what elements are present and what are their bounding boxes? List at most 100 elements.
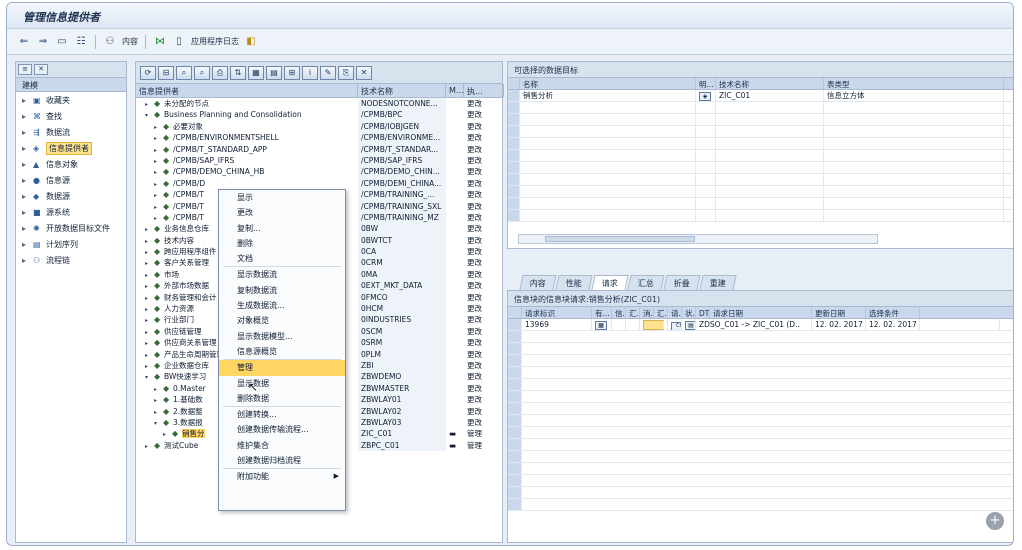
menu-item[interactable]: 文档: [219, 251, 345, 266]
data-target-row[interactable]: 销售分析 ◈ ZIC_C01 信息立方体: [508, 90, 1013, 102]
req-col-2[interactable]: 信...: [612, 307, 626, 318]
monitor-icon[interactable]: ▤: [685, 321, 695, 330]
row-selector[interactable]: [508, 90, 520, 101]
refresh-icon[interactable]: ⟳: [140, 66, 156, 80]
row-selector[interactable]: [508, 198, 520, 209]
settings-icon[interactable]: ◧: [244, 35, 258, 49]
nav-item-2[interactable]: ▸ ⇶ 数据流: [16, 124, 126, 140]
sort-icon[interactable]: ⇅: [230, 66, 246, 80]
back-icon[interactable]: ⇐: [17, 35, 31, 49]
tree-action[interactable]: 更改: [464, 406, 504, 417]
tree-action[interactable]: 更改: [464, 337, 504, 348]
menu-icon[interactable]: ≡: [18, 64, 32, 75]
req-col-9[interactable]: 请求日期: [710, 307, 812, 318]
tree-action[interactable]: 更改: [464, 109, 504, 120]
row-selector[interactable]: [508, 138, 520, 149]
menu-item[interactable]: 管理: [219, 360, 345, 376]
req-col-7[interactable]: 状...: [682, 307, 696, 318]
row-selector[interactable]: [508, 343, 522, 354]
tree-action[interactable]: 更改: [464, 212, 504, 223]
export-icon[interactable]: ⎘: [338, 66, 354, 80]
row-selector[interactable]: [508, 391, 522, 402]
expand-arrow-icon[interactable]: ▸: [154, 133, 163, 143]
tree-row[interactable]: ▸ ◆/CPMB/ENVIRONMENTSHELL/CPMB/ENVIRONME.…: [136, 132, 504, 144]
tree-action[interactable]: 更改: [464, 98, 504, 109]
expand-arrow-icon[interactable]: ▸: [145, 224, 154, 234]
tree-action[interactable]: 更改: [464, 417, 504, 428]
row-selector[interactable]: [508, 126, 520, 137]
tab-0[interactable]: 内容: [519, 275, 557, 290]
application-log-button[interactable]: 应用程序日志: [191, 36, 239, 47]
menu-item[interactable]: 附加功能 ▶: [219, 469, 345, 484]
req-col-5[interactable]: 汇...: [654, 307, 668, 318]
expand-arrow-icon[interactable]: ▸: [145, 304, 154, 314]
tree-action[interactable]: 更改: [464, 189, 504, 200]
row-selector[interactable]: [508, 150, 520, 161]
expand-arrow-icon[interactable]: ▸: [154, 190, 163, 200]
menu-item[interactable]: 显示数据流: [219, 267, 345, 282]
req-col-0[interactable]: 请求标识: [522, 307, 592, 318]
tree-row[interactable]: ▸ ◆ 未分配的节点 NODESNOTCONNE... 更改: [136, 98, 504, 110]
col-infoprovider[interactable]: 信息提供者: [136, 84, 358, 97]
forward-icon[interactable]: ⇒: [36, 35, 50, 49]
nav-item-7[interactable]: ▸ ■ 源系统: [16, 204, 126, 220]
menu-item[interactable]: 创建数据传输流程...: [219, 422, 345, 437]
expand-arrow-icon[interactable]: ▸: [22, 96, 30, 105]
expand-arrow-icon[interactable]: ▸: [145, 350, 154, 360]
expand-arrow-icon[interactable]: ▾: [145, 372, 154, 382]
expand-arrow-icon[interactable]: ▸: [154, 145, 163, 155]
expand-arrow-icon[interactable]: ▸: [145, 236, 154, 246]
tool-icon[interactable]: ✎: [320, 66, 336, 80]
nav-item-0[interactable]: ▸ ▣ 收藏夹: [16, 92, 126, 108]
expand-arrow-icon[interactable]: ▸: [22, 192, 30, 201]
expand-arrow-icon[interactable]: ▸: [22, 224, 30, 233]
calendar-icon[interactable]: ▦: [595, 321, 607, 330]
expand-arrow-icon[interactable]: ▸: [154, 202, 163, 212]
monitor-cell[interactable]: ▤: [682, 319, 696, 330]
tree-action[interactable]: 更改: [464, 280, 504, 291]
nav-item-5[interactable]: ▸ ● 信息源: [16, 172, 126, 188]
find-next-icon[interactable]: ⌕: [194, 66, 210, 80]
tree-action[interactable]: 更改: [464, 235, 504, 246]
tree-action[interactable]: 更改: [464, 314, 504, 325]
row-selector[interactable]: [508, 114, 520, 125]
tree-action[interactable]: 更改: [464, 269, 504, 280]
expand-arrow-icon[interactable]: ▸: [145, 270, 154, 280]
expand-arrow-icon[interactable]: ▸: [145, 247, 154, 257]
tree-row[interactable]: ▸ ◆/CPMB/SAP_IFRS/CPMB/SAP_IFRS 更改: [136, 154, 504, 167]
window-icon[interactable]: ▭: [55, 35, 69, 49]
tree-action[interactable]: 更改: [464, 257, 504, 268]
expand-arrow-icon[interactable]: ▸: [154, 384, 163, 394]
expand-arrow-icon[interactable]: ▸: [154, 156, 163, 166]
req-col-3[interactable]: 汇...: [626, 307, 640, 318]
expand-arrow-icon[interactable]: ▸: [145, 361, 154, 371]
menu-item[interactable]: 信息源概览: [219, 344, 345, 359]
tree-action[interactable]: 更改: [464, 155, 504, 166]
nav-item-10[interactable]: ▸ ⚇ 流程链: [16, 252, 126, 268]
close-icon[interactable]: ✕: [34, 64, 48, 75]
nav-item-1[interactable]: ▸ ⌘ 查找: [16, 108, 126, 124]
menu-item[interactable]: 删除数据: [219, 391, 345, 406]
tree-icon[interactable]: ☷: [74, 35, 88, 49]
menu-item[interactable]: 删除: [219, 236, 345, 251]
tree-row[interactable]: ▾ ◆ Business Planning and Consolidation/CP…: [136, 109, 504, 121]
tree-action[interactable]: 更改: [464, 132, 504, 143]
expand-arrow-icon[interactable]: ▸: [145, 293, 154, 303]
col-technical-name[interactable]: 技术名称: [358, 84, 446, 97]
col-execute[interactable]: 执...: [464, 84, 504, 97]
horizontal-scrollbar[interactable]: [518, 234, 878, 244]
col-name[interactable]: 名称: [520, 78, 696, 89]
tree-row[interactable]: ▸ ◆/CPMB/T_STANDARD_APP/CPMB/T_STANDAR...…: [136, 143, 502, 155]
content-icon[interactable]: ⚇: [103, 35, 117, 49]
tree-action[interactable]: 更改: [464, 166, 504, 177]
expand-arrow-icon[interactable]: ▸: [145, 258, 154, 268]
expand-arrow-icon[interactable]: ▸: [154, 407, 163, 417]
row-selector[interactable]: [508, 487, 522, 498]
menu-item[interactable]: 创建数据归档流程: [219, 453, 345, 468]
tree-action[interactable]: 更改: [464, 201, 504, 212]
row-selector[interactable]: [508, 379, 522, 390]
expand-arrow-icon[interactable]: ▸: [22, 160, 30, 169]
row-selector[interactable]: [508, 367, 522, 378]
expand-arrow-icon[interactable]: ▸: [145, 327, 154, 337]
nav-item-6[interactable]: ▸ ◆ 数据源: [16, 188, 126, 204]
